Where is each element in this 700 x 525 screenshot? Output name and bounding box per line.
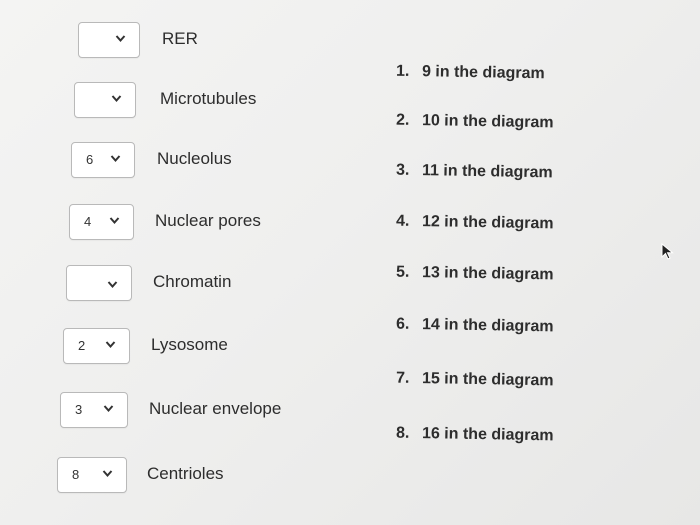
answer-item: 8. 16 in the diagram — [396, 425, 554, 446]
answer-text: 13 in the diagram — [421, 264, 554, 284]
answer-item: 6. 14 in the diagram — [396, 316, 554, 337]
answer-item: 2. 10 in the diagram — [396, 112, 554, 133]
answer-select-nuclear-envelope[interactable]: 3 — [60, 392, 128, 428]
answer-text: 10 in the diagram — [421, 112, 554, 132]
answer-number: 6. — [395, 315, 410, 333]
answer-select-nucleolus[interactable]: 6 — [71, 142, 135, 178]
selected-value: 2 — [78, 338, 86, 353]
selected-value: 4 — [84, 214, 92, 229]
chevron-down-icon — [115, 35, 126, 43]
answer-number: 7. — [395, 369, 410, 387]
answer-select-centrioles[interactable]: 8 — [57, 457, 127, 493]
answer-select-lysosome[interactable]: 2 — [63, 328, 130, 364]
answer-text: 16 in the diagram — [421, 425, 554, 445]
chevron-down-icon — [103, 405, 114, 413]
answer-number: 3. — [395, 161, 410, 179]
answer-number: 5. — [395, 263, 410, 281]
chevron-down-icon — [105, 341, 116, 349]
term-label-rer: RER — [162, 29, 198, 48]
selected-value: 3 — [75, 402, 83, 417]
answer-number: 1. — [395, 62, 410, 80]
chevron-down-icon — [110, 155, 121, 163]
term-label-centrioles: Centrioles — [147, 464, 224, 483]
answer-text: 15 in the diagram — [421, 370, 554, 390]
term-label-nuclear-pores: Nuclear pores — [155, 211, 261, 230]
answer-select-chromatin[interactable] — [66, 265, 132, 301]
term-label-lysosome: Lysosome — [151, 335, 228, 354]
answer-item: 4. 12 in the diagram — [396, 213, 554, 234]
answer-text: 12 in the diagram — [421, 213, 554, 233]
answer-item: 3. 11 in the diagram — [396, 162, 553, 183]
answer-select-microtubules[interactable] — [74, 82, 136, 118]
chevron-down-icon — [111, 95, 122, 103]
answer-item: 5. 13 in the diagram — [396, 264, 554, 285]
answer-number: 4. — [395, 212, 410, 230]
answer-text: 14 in the diagram — [421, 316, 554, 336]
answer-item: 7. 15 in the diagram — [396, 370, 554, 391]
answer-item: 1. 9 in the diagram — [396, 63, 545, 84]
term-label-microtubules: Microtubules — [160, 89, 257, 108]
answer-text: 11 in the diagram — [421, 162, 553, 182]
term-label-chromatin: Chromatin — [153, 272, 232, 291]
term-label-nuclear-envelope: Nuclear envelope — [149, 399, 282, 418]
selected-value: 6 — [86, 152, 94, 167]
term-label-nucleolus: Nucleolus — [157, 149, 232, 168]
chevron-down-icon — [102, 470, 113, 478]
answer-select-nuclear-pores[interactable]: 4 — [69, 204, 134, 240]
answer-text: 9 in the diagram — [421, 63, 545, 83]
chevron-down-icon — [107, 281, 118, 289]
selected-value: 8 — [72, 467, 80, 482]
answer-number: 2. — [395, 111, 410, 129]
mouse-cursor-icon — [661, 243, 674, 260]
answer-number: 8. — [395, 424, 410, 442]
chevron-down-icon — [109, 217, 120, 225]
answer-select-rer[interactable] — [78, 22, 140, 58]
